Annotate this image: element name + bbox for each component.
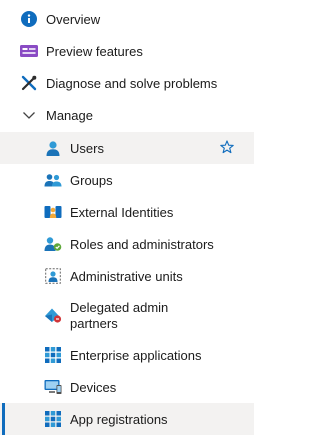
external-identities-icon: [44, 203, 62, 221]
devices-icon: [44, 378, 62, 396]
nav-item-roles[interactable]: Roles and administrators: [0, 228, 254, 260]
nav-label-roles: Roles and administrators: [70, 236, 214, 252]
enterprise-apps-icon: [44, 346, 62, 364]
app-registrations-icon: [44, 410, 62, 428]
user-icon: [44, 139, 62, 157]
nav-item-delegated-admin-partners[interactable]: Delegated admin partners: [0, 292, 254, 340]
nav-label-app-registrations: App registrations: [70, 411, 168, 427]
section-label-manage: Manage: [46, 107, 93, 123]
delegated-admin-icon: [44, 306, 62, 324]
administrative-units-icon: [44, 267, 62, 285]
nav-item-enterprise-applications[interactable]: Enterprise applications: [0, 339, 254, 371]
nav-label-diagnose: Diagnose and solve problems: [46, 75, 218, 91]
star-icon[interactable]: [220, 140, 234, 154]
nav-item-devices[interactable]: Devices: [0, 371, 254, 403]
nav-label-users: Users: [70, 140, 104, 156]
nav-item-diagnose[interactable]: Diagnose and solve problems: [0, 67, 254, 99]
nav-item-groups[interactable]: Groups: [0, 164, 254, 196]
nav-label-enterprise-applications: Enterprise applications: [70, 347, 202, 363]
wrench-screwdriver-icon: [20, 74, 38, 92]
nav-item-overview[interactable]: Overview: [0, 3, 254, 35]
group-icon: [44, 171, 62, 189]
nav-item-external-identities[interactable]: External Identities: [0, 196, 254, 228]
section-header-manage[interactable]: Manage: [0, 99, 254, 131]
nav-label-devices: Devices: [70, 379, 117, 395]
nav-item-users[interactable]: Users: [0, 132, 254, 164]
roles-icon: [44, 235, 62, 253]
nav-label-administrative-units: Administrative units: [70, 268, 183, 284]
nav-label-overview: Overview: [46, 11, 101, 27]
nav-label-groups: Groups: [70, 172, 113, 188]
nav-label-delegated-admin-partners: Delegated admin partners: [70, 300, 169, 331]
nav-item-administrative-units[interactable]: Administrative units: [0, 260, 254, 292]
nav-item-app-registrations[interactable]: App registrations: [0, 403, 254, 435]
nav-label-preview-features: Preview features: [46, 43, 143, 59]
chevron-down-icon[interactable]: [20, 106, 38, 124]
nav-label-external-identities: External Identities: [70, 204, 174, 220]
nav-item-preview-features[interactable]: Preview features: [0, 35, 254, 67]
info-icon: [20, 10, 38, 28]
preview-features-icon: [20, 42, 38, 60]
